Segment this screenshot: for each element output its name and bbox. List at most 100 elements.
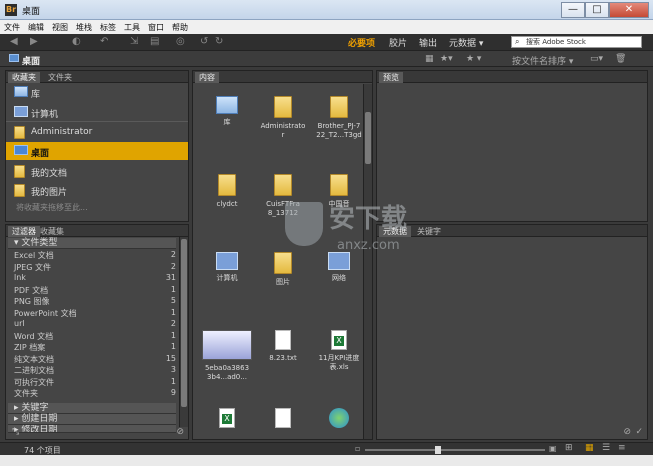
- edge-shortcut-icon: [329, 408, 349, 428]
- trash-icon[interactable]: 🗑: [615, 54, 626, 64]
- clear-filter-icon[interactable]: ⤡: [12, 427, 19, 437]
- close-button[interactable]: ✕: [609, 2, 649, 18]
- quality-icon[interactable]: ▦: [425, 54, 434, 64]
- thumbnail-view-icon[interactable]: ▦: [585, 443, 594, 453]
- zoom-in-icon[interactable]: ▣: [549, 444, 557, 453]
- rotate-right-icon[interactable]: ↻: [215, 36, 223, 47]
- no-filter-icon[interactable]: ⊘: [176, 427, 184, 437]
- filter-row[interactable]: PNG 图像 5: [14, 296, 176, 307]
- favorite-pictures[interactable]: 我的图片: [6, 181, 188, 199]
- list-view-icon[interactable]: ≡: [618, 443, 626, 453]
- content-item[interactable]: 5eba0a3863 3b4...ad0...: [197, 330, 257, 382]
- filter-row[interactable]: Excel 文档 2: [14, 250, 176, 261]
- content-item[interactable]: 11月KPI进度 表.xls: [309, 330, 362, 372]
- filter-row-label: PDF 文档: [14, 285, 49, 295]
- filter-row-count: 1: [170, 284, 176, 294]
- filter-category-date-created[interactable]: ▸ 创建日期: [8, 414, 176, 425]
- filter-row-count: 1: [170, 342, 176, 351]
- boomerang-icon[interactable]: ↶: [100, 36, 108, 47]
- filter-row-label: 纯文本文档: [14, 354, 54, 364]
- content-item[interactable]: [253, 408, 313, 432]
- content-item[interactable]: [197, 408, 257, 432]
- rating-filter-icon[interactable]: ★▾: [440, 54, 453, 64]
- scroll-thumb[interactable]: [365, 112, 371, 164]
- recent-folder-icon[interactable]: ◐: [72, 36, 81, 47]
- content-item[interactable]: [309, 408, 362, 432]
- tab-content[interactable]: 内容: [195, 72, 219, 83]
- menu-file[interactable]: 文件: [0, 20, 24, 34]
- menu-window[interactable]: 窗口: [144, 20, 168, 34]
- tab-folders[interactable]: 文件夹: [44, 72, 76, 83]
- content-item[interactable]: Brother_PJ-7 22_T2...T3gd: [309, 96, 362, 140]
- filter-row-label: Word 文档: [14, 331, 54, 341]
- back-icon[interactable]: ◀: [10, 36, 18, 47]
- get-photos-icon[interactable]: ⇲: [130, 36, 138, 47]
- content-item[interactable]: 库: [197, 96, 257, 127]
- thumbnail-size-slider[interactable]: [365, 446, 545, 454]
- shield-logo-icon: [285, 202, 323, 246]
- tab-favorites[interactable]: 收藏夹: [8, 72, 40, 83]
- filter-row-label: 二进制文档: [14, 366, 54, 375]
- apply-icon[interactable]: ✓: [635, 427, 643, 437]
- filter-row[interactable]: 纯文本文档 15: [14, 354, 176, 365]
- filter-scrollbar[interactable]: [179, 237, 188, 427]
- filter-row-label: PNG 图像: [14, 297, 50, 306]
- minimize-button[interactable]: —: [561, 2, 585, 18]
- favorite-administrator[interactable]: Administrator: [6, 123, 188, 141]
- menu-edit[interactable]: 编辑: [24, 20, 48, 34]
- filter-row[interactable]: ZIP 档案 1: [14, 342, 176, 353]
- new-folder-icon[interactable]: ▭▾: [590, 54, 603, 64]
- filter-row[interactable]: 文件夹 9: [14, 388, 176, 399]
- search-input[interactable]: ⌕ 搜索 Adobe Stock: [511, 36, 642, 48]
- favorite-documents[interactable]: 我的文档: [6, 162, 188, 180]
- content-item[interactable]: 计算机: [197, 252, 257, 283]
- filter-row[interactable]: PowerPoint 文档 1: [14, 308, 176, 319]
- filter-row-label: ZIP 档案: [14, 343, 46, 352]
- workspace-output[interactable]: 输出: [419, 36, 437, 49]
- menu-label[interactable]: 标签: [96, 20, 120, 34]
- filter-row[interactable]: 二进制文档 3: [14, 365, 176, 376]
- content-scrollbar[interactable]: [363, 84, 372, 439]
- open-camera-raw-icon[interactable]: ◎: [176, 36, 185, 47]
- details-view-icon[interactable]: ☰: [602, 443, 610, 453]
- workspace-essentials[interactable]: 必要项: [348, 36, 375, 49]
- star-icon[interactable]: ★ ▾: [466, 54, 481, 64]
- filter-row[interactable]: PDF 文档 1: [14, 285, 176, 296]
- refine-icon[interactable]: ▤: [150, 36, 159, 47]
- filter-row[interactable]: lnk 31: [14, 273, 176, 284]
- no-filter-icon[interactable]: ⊘: [623, 427, 631, 437]
- tab-preview[interactable]: 预览: [379, 72, 403, 83]
- filter-category-file-type[interactable]: ▾ 文件类型: [8, 238, 176, 249]
- grid-lock-icon[interactable]: ⊞: [565, 443, 573, 453]
- slider-knob[interactable]: [435, 446, 441, 454]
- filter-row[interactable]: JPEG 文件 2: [14, 262, 176, 273]
- filter-panel: 过滤器 收藏集 ▾ 文件类型 Excel 文档 2 JPEG 文件 2 lnk 31 PDF…: [5, 224, 189, 440]
- sort-dropdown[interactable]: 按文件名排序 ▾: [512, 54, 573, 67]
- menu-help[interactable]: 帮助: [168, 20, 192, 34]
- zoom-out-icon[interactable]: ▫: [355, 444, 360, 453]
- tab-collections[interactable]: 收藏集: [36, 226, 68, 237]
- filter-row[interactable]: 可执行文件 1: [14, 377, 176, 388]
- filter-category-keywords[interactable]: ▸ 关键字: [8, 403, 176, 414]
- content-item[interactable]: 8.23.txt: [253, 330, 313, 363]
- menu-stack[interactable]: 堆栈: [72, 20, 96, 34]
- pictures-icon: [14, 184, 25, 197]
- maximize-button[interactable]: □: [585, 2, 609, 18]
- favorite-computer[interactable]: 计算机: [6, 103, 188, 121]
- filter-category-date-modified[interactable]: ▸ 修改日期: [8, 425, 176, 433]
- rotate-left-icon[interactable]: ↺: [200, 36, 208, 47]
- forward-icon[interactable]: ▶: [30, 36, 38, 47]
- favorite-library[interactable]: 库: [6, 83, 188, 101]
- favorite-desktop[interactable]: 桌面: [6, 142, 188, 160]
- menu-tools[interactable]: 工具: [120, 20, 144, 34]
- workspace-metadata-dropdown[interactable]: 元数据 ▾: [449, 36, 483, 49]
- filter-row[interactable]: url 2: [14, 319, 176, 330]
- content-item[interactable]: Administrato r: [253, 96, 313, 140]
- menu-view[interactable]: 视图: [48, 20, 72, 34]
- text-file-icon: [275, 330, 291, 350]
- breadcrumb-desktop[interactable]: 桌面: [22, 54, 40, 67]
- filter-row[interactable]: Word 文档 1: [14, 331, 176, 342]
- workspace-filmstrip[interactable]: 胶片: [389, 36, 407, 49]
- content-item[interactable]: clydct: [197, 174, 257, 209]
- scroll-thumb[interactable]: [181, 239, 187, 407]
